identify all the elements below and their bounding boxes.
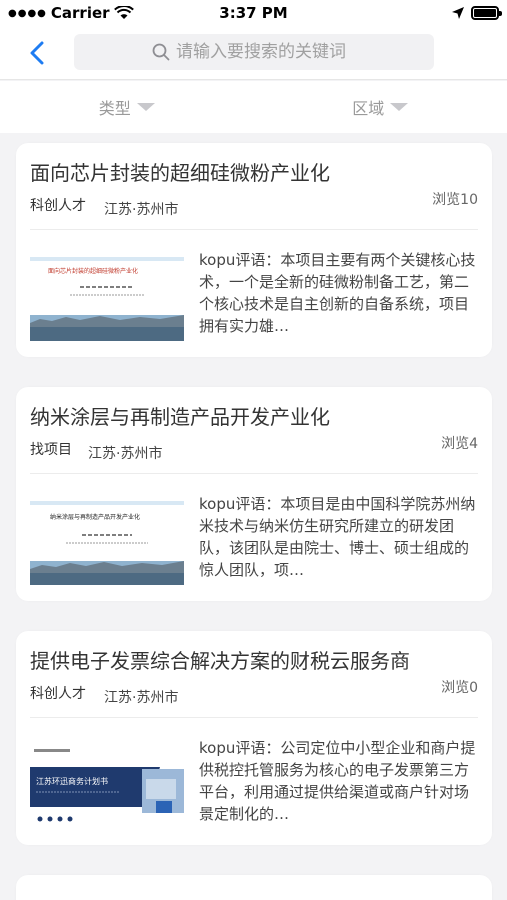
item-title: 提供电子发票综合解决方案的财税云服务商 (30, 649, 410, 673)
caret-down-icon (136, 103, 155, 111)
list-item[interactable]: 纳米涂层与再制造产品开发产业化 找项目 江苏·苏州市 浏览4 纳米涂层与再制造产… (16, 387, 492, 601)
filter-type-label: 类型 (98, 99, 131, 118)
divider (30, 717, 478, 718)
item-tag: 科创人才 (30, 686, 86, 702)
status-right (451, 6, 502, 20)
item-views: 浏览4 (441, 436, 478, 452)
item-thumbnail: 江苏环迅商务计划书 (30, 745, 184, 829)
chevron-left-icon (30, 41, 44, 65)
item-description: kopu评语：公司定位中小型企业和商户提供税控托管服务为核心的电子发票第三方平台… (199, 739, 476, 823)
list-item[interactable]: 提供电子发票综合解决方案的财税云服务商 科创人才 江苏·苏州市 浏览0 江苏环迅… (16, 631, 492, 845)
search-icon (152, 43, 170, 61)
caret-down-icon (390, 103, 409, 111)
thumb-title: 江苏环迅商务计划书 (36, 776, 108, 786)
item-description: kopu评语：本项目主要有两个关键核心技术，一个是全新的硅微粉制备工艺，第二个核… (199, 251, 476, 335)
back-button[interactable] (22, 38, 52, 68)
item-description: kopu评语：本项目是由中国科学院苏州纳米技术与纳米仿生研究所建立的研发团队，该… (199, 495, 476, 579)
item-location: 江苏·苏州市 (104, 690, 179, 706)
item-views: 浏览10 (432, 192, 478, 208)
divider (30, 473, 478, 474)
divider (30, 229, 478, 230)
item-title: 纳米涂层与再制造产品开发产业化 (30, 405, 330, 429)
item-location: 江苏·苏州市 (104, 202, 179, 218)
thumb-title: 纳米涂层与再制造产品开发产业化 (50, 513, 140, 521)
status-bar: ●●●● Carrier 3:37 PM (0, 0, 507, 28)
item-tag: 找项目 (30, 442, 72, 458)
status-time: 3:37 PM (219, 4, 288, 22)
item-thumbnail: 纳米涂层与再制造产品开发产业化 (30, 501, 184, 585)
thumb-title: 面向芯片封装的超细硅微粉产业化 (48, 267, 138, 275)
battery-icon (471, 6, 502, 20)
list-item[interactable] (16, 875, 492, 900)
location-arrow-icon (452, 7, 464, 19)
item-location: 江苏·苏州市 (88, 446, 163, 462)
item-title: 面向芯片封装的超细硅微粉产业化 (30, 161, 330, 185)
filter-type[interactable]: 类型 (0, 81, 254, 133)
item-tag: 科创人才 (30, 198, 86, 214)
item-views: 浏览0 (441, 680, 478, 696)
filter-bar: 类型 区域 (0, 81, 507, 133)
nav-bar (0, 28, 507, 80)
list-item[interactable]: 面向芯片封装的超细硅微粉产业化 科创人才 江苏·苏州市 浏览10 面向芯片封装的… (16, 143, 492, 357)
filter-region[interactable]: 区域 (254, 81, 507, 133)
search-input[interactable] (176, 42, 356, 62)
item-thumbnail: 面向芯片封装的超细硅微粉产业化 (30, 257, 184, 341)
filter-region-label: 区域 (352, 99, 385, 118)
search-box[interactable] (74, 34, 434, 70)
